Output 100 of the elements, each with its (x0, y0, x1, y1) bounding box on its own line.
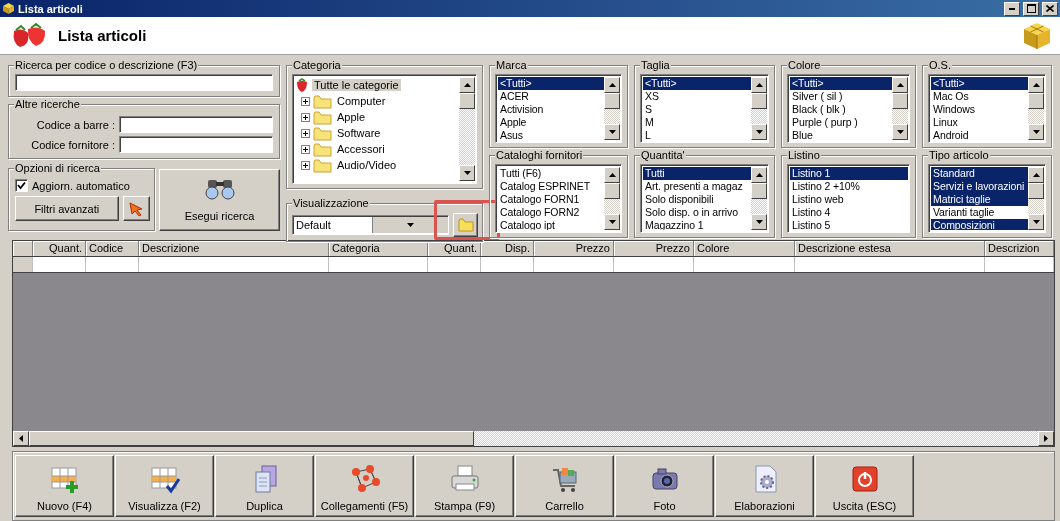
scroll-down-button[interactable] (604, 214, 620, 230)
checkbox[interactable] (15, 179, 28, 192)
expand-icon[interactable] (301, 160, 310, 170)
list-item[interactable]: Listino web (790, 193, 908, 206)
scroll-up-button[interactable] (604, 77, 620, 93)
list-item[interactable]: <Tutti> (498, 77, 604, 90)
scroll-up-button[interactable] (1028, 167, 1044, 183)
scroll-up-button[interactable] (751, 167, 767, 183)
expand-icon[interactable] (301, 96, 310, 106)
list-box[interactable]: <Tutti> Mac Os Windows Linux Android (928, 74, 1046, 143)
list-box[interactable]: Listino 1 Listino 2 +10% Listino web Listino 4 Listino 5 (787, 164, 910, 233)
run-search-button[interactable]: Esegui ricerca (159, 169, 280, 231)
expand-icon[interactable] (301, 144, 310, 154)
column-header[interactable]: Codice (86, 241, 139, 256)
list-item[interactable]: Matrici taglie (931, 193, 1028, 206)
scroll-down-button[interactable] (751, 214, 767, 230)
list-box[interactable]: <Tutti> ACER Activision Apple Asus (495, 74, 622, 143)
list-item[interactable]: Blue (790, 129, 892, 140)
tree-item[interactable]: Apple (335, 111, 368, 123)
close-button[interactable] (1042, 1, 1058, 16)
tree-item[interactable]: Accessori (335, 143, 387, 155)
scroll-up-button[interactable] (751, 77, 767, 93)
list-item[interactable]: Windows (931, 103, 1028, 116)
list-item[interactable]: Servizi e lavorazioni (931, 180, 1028, 193)
minimize-button[interactable] (1004, 1, 1020, 16)
list-item[interactable]: Linux (931, 116, 1028, 129)
scroll-down-button[interactable] (1028, 124, 1044, 140)
scroll-thumb[interactable] (1028, 93, 1044, 109)
list-item[interactable]: L (643, 129, 751, 140)
scrollbar[interactable] (604, 167, 620, 230)
scrollbar[interactable] (751, 167, 767, 230)
toolbar-button[interactable]: Stampa (F9) (415, 455, 514, 517)
scroll-down-button[interactable] (751, 124, 767, 140)
list-item[interactable]: Asus (498, 129, 604, 140)
list-item[interactable]: Catalog ESPRINET (498, 180, 604, 193)
scroll-up-button[interactable] (892, 77, 908, 93)
list-item[interactable]: Android (931, 129, 1028, 140)
scroll-up-button[interactable] (1028, 77, 1044, 93)
list-item[interactable]: S (643, 103, 751, 116)
list-item[interactable]: Solo disponibili (643, 193, 751, 206)
list-item[interactable]: Listino 1 (790, 167, 908, 180)
category-tree[interactable]: Tutte le categorie Computer Apple Software Accessori Audio/Video (292, 74, 477, 184)
list-item[interactable]: Apple (498, 116, 604, 129)
pointer-button[interactable] (122, 196, 150, 221)
list-item[interactable]: Listino 2 +10% (790, 180, 908, 193)
advanced-filters-button[interactable]: Filtri avanzati (15, 196, 119, 221)
column-header[interactable]: Colore (694, 241, 795, 256)
list-item[interactable]: Catalogo FORN2 (498, 206, 604, 219)
list-item[interactable]: <Tutti> (790, 77, 892, 90)
scroll-down-button[interactable] (892, 124, 908, 140)
view-dropdown[interactable]: Default (292, 215, 449, 235)
list-box[interactable]: <Tutti> XS S M L (640, 74, 769, 143)
toolbar-button[interactable]: Collegamenti (F5) (315, 455, 414, 517)
toolbar-button[interactable]: Visualizza (F2) (115, 455, 214, 517)
list-item[interactable]: Art. presenti a magaz (643, 180, 751, 193)
folder-button[interactable] (453, 213, 478, 237)
scroll-right-button[interactable] (1038, 431, 1054, 446)
list-item[interactable]: Purple ( purp ) (790, 116, 892, 129)
toolbar-button[interactable]: Carrello (515, 455, 614, 517)
list-item[interactable]: M (643, 116, 751, 129)
list-item[interactable]: Tutti (F6) (498, 167, 604, 180)
input-field[interactable] (119, 116, 273, 133)
list-box[interactable]: <Tutti> Silver ( sil ) Black ( blk ) Purple ( purp ) Blue (787, 74, 910, 143)
tree-item[interactable]: Computer (335, 95, 388, 107)
list-item[interactable]: ACER (498, 90, 604, 103)
list-item[interactable]: Silver ( sil ) (790, 90, 892, 103)
tree-item[interactable]: Tutte le categorie (312, 79, 401, 91)
list-item[interactable]: Solo disp. o in arrivo (643, 206, 751, 219)
list-item[interactable]: Standard (931, 167, 1028, 180)
toolbar-button[interactable]: Duplica (215, 455, 314, 517)
list-item[interactable]: <Tutti> (643, 77, 751, 90)
scroll-left-button[interactable] (13, 431, 29, 446)
column-header[interactable]: Prezzo (614, 241, 694, 256)
scroll-thumb[interactable] (751, 93, 767, 109)
maximize-button[interactable] (1023, 1, 1039, 16)
toolbar-button[interactable]: Uscita (ESC) (815, 455, 914, 517)
column-header[interactable]: Descrizione (139, 241, 329, 256)
toolbar-button[interactable]: Foto (615, 455, 714, 517)
scrollbar[interactable] (604, 77, 620, 140)
column-header[interactable]: Descrizione estesa (795, 241, 985, 256)
scrollbar[interactable] (1028, 167, 1044, 230)
scroll-thumb[interactable] (751, 183, 767, 199)
scroll-thumb[interactable] (604, 93, 620, 109)
list-item[interactable]: Listino 5 (790, 219, 908, 230)
tree-item[interactable]: Software (335, 127, 383, 139)
list-item[interactable]: <Tutti> (931, 77, 1028, 90)
scroll-up-button[interactable] (459, 77, 475, 93)
column-header[interactable]: Prezzo (534, 241, 614, 256)
expand-icon[interactable] (301, 128, 310, 138)
toolbar-button[interactable]: Elaborazioni (715, 455, 814, 517)
list-item[interactable]: Catalogo FORN1 (498, 193, 604, 206)
scrollbar[interactable] (1028, 77, 1044, 140)
scrollbar[interactable] (751, 77, 767, 140)
scroll-down-button[interactable] (459, 165, 475, 181)
list-item[interactable]: XS (643, 90, 751, 103)
scroll-thumb[interactable] (1028, 183, 1044, 199)
scroll-thumb[interactable] (604, 183, 620, 199)
search-field[interactable] (15, 74, 273, 91)
scroll-down-button[interactable] (604, 124, 620, 140)
scroll-thumb[interactable] (29, 431, 474, 446)
